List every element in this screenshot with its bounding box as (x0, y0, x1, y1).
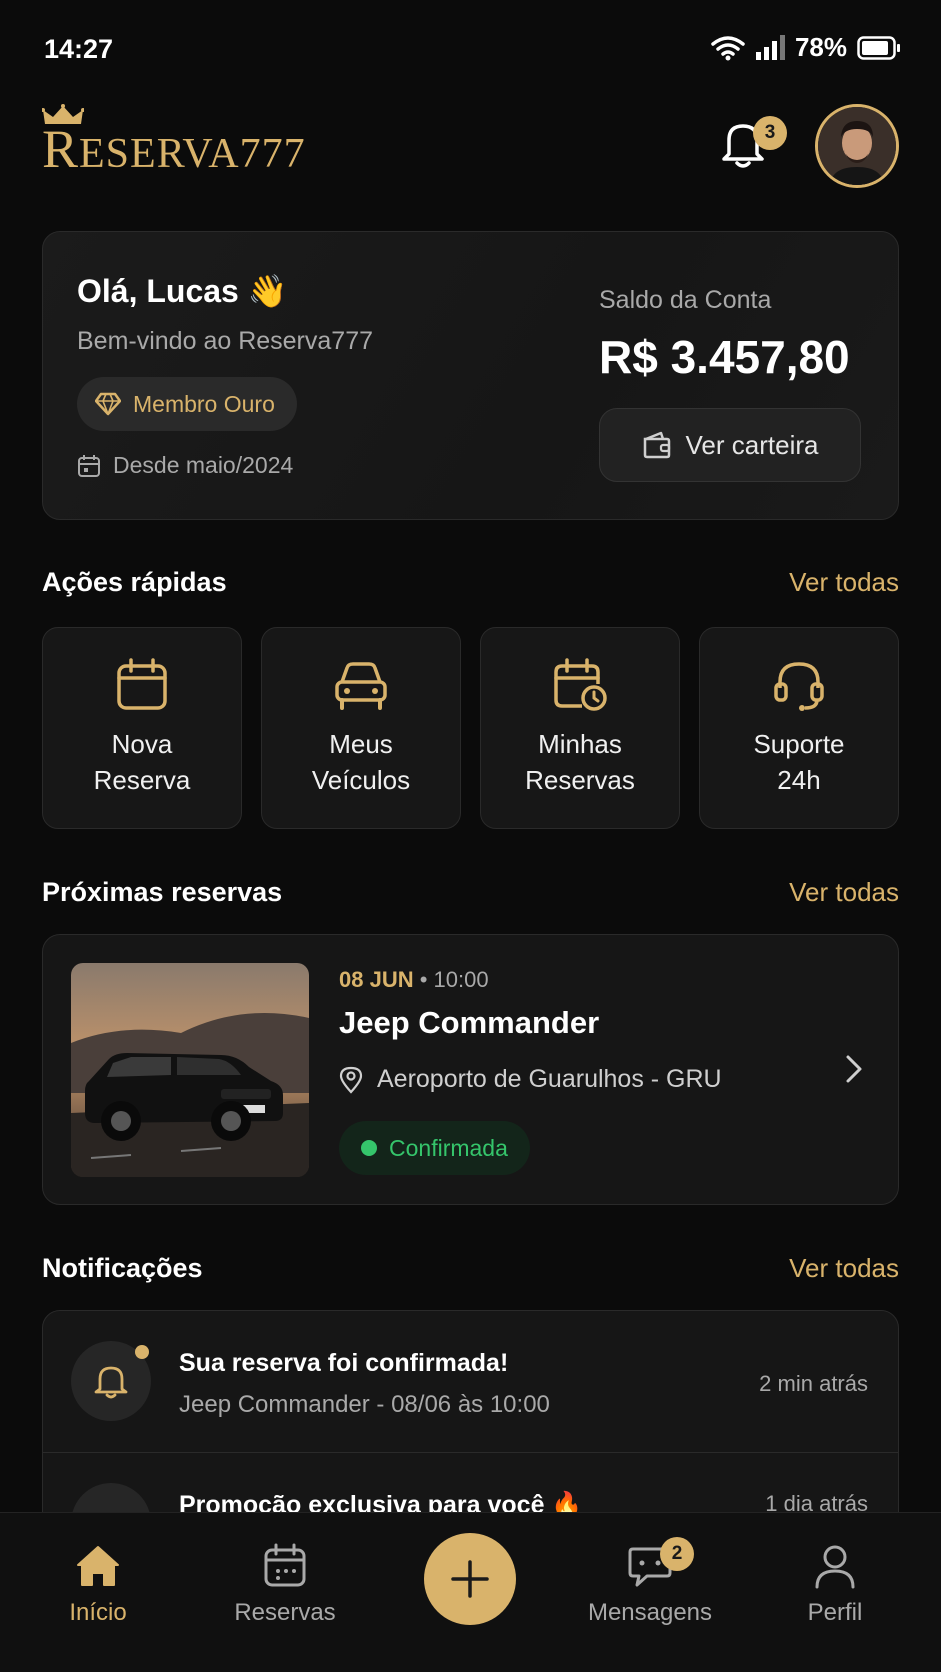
calendar-icon (264, 1543, 306, 1587)
reservation-card[interactable]: 08 JUN • 10:00 Jeep Commander Aeroporto … (42, 934, 899, 1205)
notifications-list: Sua reserva foi confirmada! Jeep Command… (42, 1310, 899, 1530)
calendar-clock-icon (554, 658, 607, 711)
car-icon (335, 662, 387, 710)
quick-actions-grid: Nova Reserva Meus Veículos Minhas Reserv… (42, 627, 899, 829)
nav-profile[interactable]: Perfil (755, 1543, 915, 1627)
quick-actions-see-all-link[interactable]: Ver todas (789, 567, 899, 598)
status-label: Confirmada (389, 1134, 508, 1161)
member-since-text: Desde maio/2024 (113, 452, 294, 478)
notifications-header: Notificações Ver todas (42, 1248, 899, 1288)
notifications-button[interactable]: 3 (719, 116, 787, 178)
battery-icon (857, 35, 900, 60)
nav-label: Início (69, 1599, 127, 1626)
notification-icon-wrap (71, 1341, 151, 1421)
plus-icon (451, 1560, 489, 1598)
notification-time: 2 min atrás (759, 1371, 868, 1396)
upcoming-see-all-link[interactable]: Ver todas (789, 877, 899, 908)
avatar-photo (818, 107, 896, 185)
nav-label: Perfil (807, 1599, 863, 1626)
welcome-subtitle: Bem-vindo ao Reserva777 (77, 327, 373, 355)
nav-label: Reservas (234, 1599, 336, 1626)
wifi-icon (711, 35, 745, 60)
app-logo[interactable]: RESERVA777 (42, 100, 322, 180)
view-wallet-label: Ver carteira (685, 429, 819, 460)
status-time: 14:27 (44, 34, 114, 64)
messages-badge: 2 (660, 1537, 694, 1571)
notification-badge: 3 (753, 116, 787, 150)
logo-rest: ESERVA777 (79, 131, 306, 177)
quick-action-my-vehicles[interactable]: Meus Veículos (261, 627, 461, 829)
headset-icon (774, 662, 824, 711)
nav-reservations[interactable]: Reservas (205, 1543, 365, 1627)
notification-title: Sua reserva foi confirmada! (179, 1349, 509, 1377)
notifications-title: Notificações (42, 1252, 203, 1283)
unread-dot (135, 1345, 149, 1359)
chevron-right-icon[interactable] (844, 1053, 864, 1085)
notifications-see-all-link[interactable]: Ver todas (789, 1253, 899, 1284)
pickup-location: Aeroporto de Guarulhos - GRU (339, 1065, 722, 1094)
nav-home[interactable]: Início (18, 1543, 178, 1627)
reservation-datetime: 08 JUN • 10:00 (339, 967, 489, 993)
bottom-nav: Início Reservas 2 Mensagens Perfil (0, 1512, 941, 1672)
wallet-icon (643, 431, 670, 459)
balance-label: Saldo da Conta (599, 286, 772, 314)
membership-label: Membro Ouro (133, 390, 275, 417)
quick-action-label: Nova Reserva (93, 729, 191, 795)
reservation-time: 10:00 (433, 967, 489, 992)
quick-action-support[interactable]: Suporte 24h (699, 627, 899, 829)
quick-action-label: Meus Veículos (311, 729, 411, 795)
bell-icon (94, 1366, 128, 1399)
reservation-date: 08 JUN (339, 967, 414, 992)
upcoming-title: Próximas reservas (42, 876, 283, 907)
quick-actions-header: Ações rápidas Ver todas (42, 562, 899, 602)
account-summary-card: Olá, Lucas 👋 Bem-vindo ao Reserva777 Mem… (42, 231, 899, 520)
greeting: Olá, Lucas 👋 (77, 273, 288, 309)
home-icon (77, 1546, 119, 1586)
quick-actions-title: Ações rápidas (42, 566, 227, 597)
vehicle-photo (71, 963, 309, 1177)
add-button[interactable] (424, 1533, 516, 1625)
membership-badge: Membro Ouro (77, 377, 297, 431)
location-pin-icon (339, 1066, 363, 1094)
status-badge: Confirmada (339, 1121, 530, 1175)
logo-initial: R (42, 119, 80, 179)
avatar[interactable] (815, 104, 899, 188)
upcoming-header: Próximas reservas Ver todas (42, 872, 899, 912)
notification-subtitle: Jeep Commander - 08/06 às 10:00 (179, 1391, 550, 1418)
quick-action-label: Suporte 24h (753, 729, 845, 795)
diamond-icon (95, 392, 121, 416)
user-icon (815, 1545, 855, 1589)
status-icons: 78% (711, 32, 901, 63)
location-text: Aeroporto de Guarulhos - GRU (377, 1065, 722, 1093)
nav-label: Mensagens (587, 1599, 713, 1626)
datetime-separator: • (419, 967, 428, 992)
status-bar: 14:27 78% (0, 0, 941, 100)
quick-action-my-reservations[interactable]: Minhas Reservas (480, 627, 680, 829)
quick-action-label: Minhas Reservas (525, 729, 635, 795)
logo-text: RESERVA777 (42, 118, 306, 180)
nav-messages[interactable]: 2 Mensagens (570, 1537, 730, 1627)
notification-item[interactable]: Sua reserva foi confirmada! Jeep Command… (43, 1311, 898, 1452)
vehicle-name: Jeep Commander (339, 1005, 600, 1040)
calendar-icon (117, 658, 167, 710)
signal-icon (755, 34, 785, 60)
app-header: RESERVA777 3 (42, 100, 899, 190)
status-dot (361, 1140, 377, 1156)
balance-value: R$ 3.457,80 (599, 331, 850, 383)
quick-action-new-reservation[interactable]: Nova Reserva (42, 627, 242, 829)
view-wallet-button[interactable]: Ver carteira (599, 408, 861, 482)
calendar-small-icon (78, 454, 100, 477)
battery-percent: 78% (794, 32, 847, 62)
member-since: Desde maio/2024 (77, 452, 293, 479)
